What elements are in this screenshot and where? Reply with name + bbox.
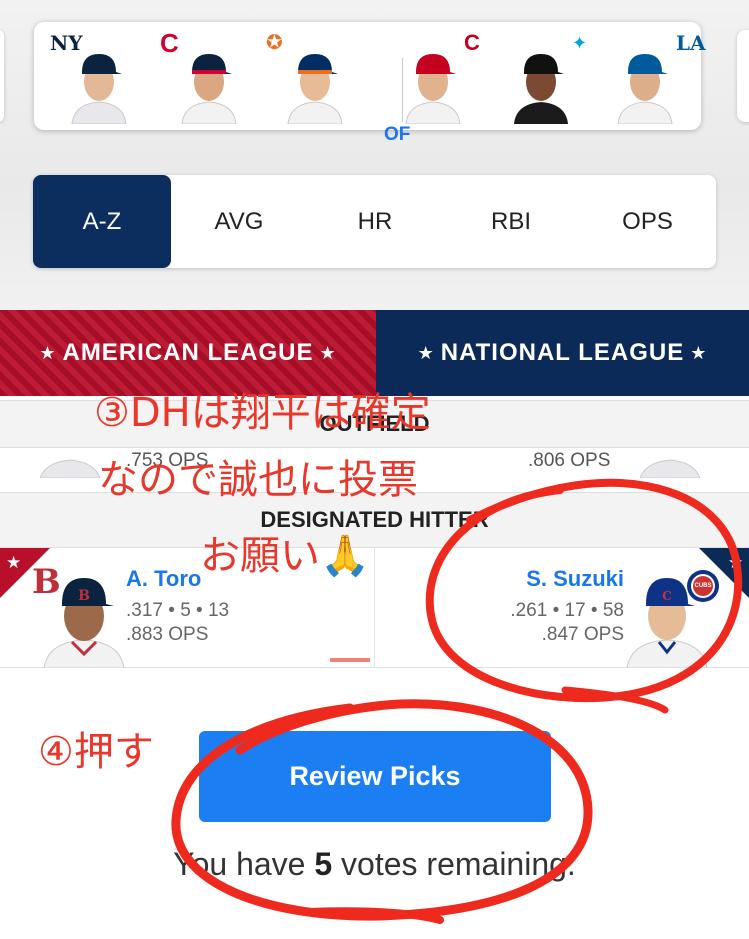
annotation-circle-review xyxy=(171,699,593,921)
annotation-marks xyxy=(171,478,743,924)
annotation-circle-suzuki xyxy=(425,478,743,703)
